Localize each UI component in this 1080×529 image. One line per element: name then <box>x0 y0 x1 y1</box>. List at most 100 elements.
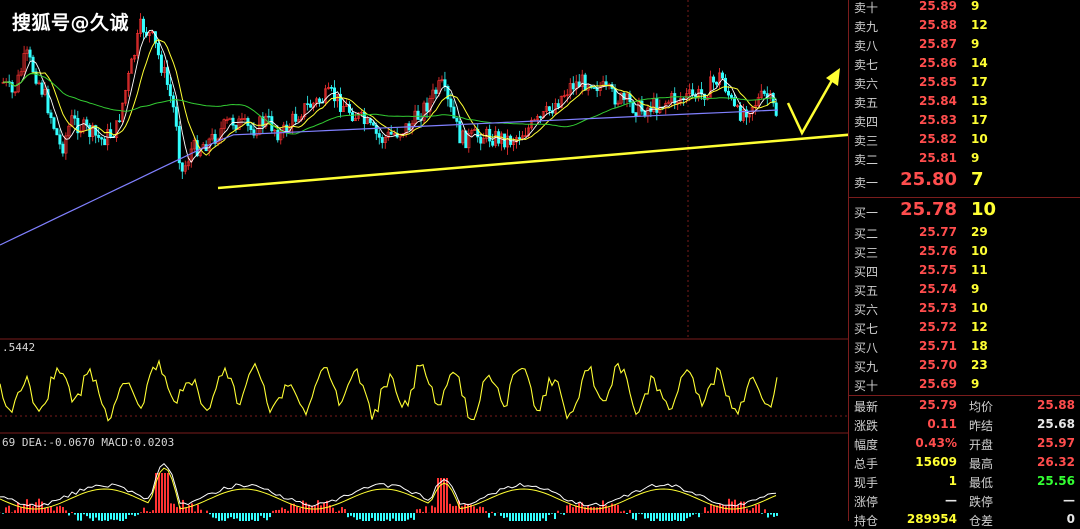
candle-body <box>715 81 719 85</box>
stat-l1: 最新 <box>854 400 879 414</box>
ask-vol: 7 <box>971 169 984 190</box>
bid-vol: 12 <box>971 320 988 334</box>
oscillator-value-label: .5442 <box>2 341 36 354</box>
bid-vol: 29 <box>971 225 988 239</box>
bid-row[interactable]: 买四 25.75 11 <box>849 261 1080 280</box>
ask-price: 25.83 <box>919 113 957 127</box>
candle-body <box>40 82 44 95</box>
stat-v2: — <box>1063 493 1075 507</box>
ask-price: 25.88 <box>919 18 957 32</box>
ask-row[interactable]: 卖九 25.88 12 <box>849 16 1080 35</box>
candle-body <box>100 137 104 140</box>
ma-long-line <box>3 73 777 135</box>
stat-l2: 最高 <box>969 457 994 471</box>
ask-label: 卖三 <box>854 134 879 148</box>
bid-vol: 10 <box>971 244 988 258</box>
ask-row[interactable]: 卖十 25.89 9 <box>849 0 1080 16</box>
bid-vol: 10 <box>971 301 988 315</box>
ask-vol: 9 <box>971 37 980 51</box>
candle-body <box>434 89 438 94</box>
candle-body <box>479 136 483 144</box>
bid-row[interactable]: 买十 25.69 9 <box>849 375 1080 394</box>
candle-body <box>55 128 59 136</box>
stat-v2: 0 <box>1066 512 1075 526</box>
ask-row[interactable]: 卖五 25.84 13 <box>849 92 1080 111</box>
candle-body <box>156 42 160 56</box>
order-book-panel: 卖十 25.89 9 卖九 25.88 12 卖八 25.87 9 卖七 25.86 14 卖六 25.8… <box>848 0 1080 528</box>
candle-body <box>34 71 38 84</box>
ask-row[interactable]: 卖八 25.87 9 <box>849 35 1080 54</box>
candle-body <box>518 137 522 140</box>
candle-body <box>177 126 181 164</box>
candle-body <box>88 124 92 137</box>
forecast-arrowhead <box>826 68 840 86</box>
candle-body <box>374 124 378 134</box>
ask-price: 25.89 <box>919 0 957 13</box>
ask-row[interactable]: 卖二 25.81 9 <box>849 149 1080 168</box>
candle-body <box>103 138 107 146</box>
candle-body <box>118 120 122 123</box>
ask-row[interactable]: 卖七 25.86 14 <box>849 54 1080 73</box>
stat-row: 幅度 0.43% 开盘 25.97 <box>849 434 1080 453</box>
candle-body <box>141 18 145 33</box>
candle-body <box>330 87 334 89</box>
ask-price: 25.81 <box>919 151 957 165</box>
bid-row[interactable]: 买六 25.73 10 <box>849 299 1080 318</box>
candle-body <box>174 106 178 127</box>
stat-row: 最新 25.79 均价 25.88 <box>849 396 1080 415</box>
candle-body <box>449 98 453 108</box>
bid-price: 25.75 <box>919 263 957 277</box>
bid-row[interactable]: 买八 25.71 18 <box>849 337 1080 356</box>
stat-row: 涨停 — 跌停 — <box>849 491 1080 510</box>
candle-body <box>73 115 77 119</box>
bid-label: 买七 <box>854 322 879 336</box>
ask-row[interactable]: 卖四 25.83 17 <box>849 111 1080 130</box>
candle-body <box>712 76 716 83</box>
bid-price: 25.71 <box>919 339 957 353</box>
candle-body <box>52 117 56 129</box>
ask-row[interactable]: 卖三 25.82 10 <box>849 130 1080 149</box>
ask-vol: 14 <box>971 56 988 70</box>
ask-label: 卖五 <box>854 96 879 110</box>
candle-body <box>738 105 742 121</box>
ask-vol: 17 <box>971 75 988 89</box>
bid-row[interactable]: 买一 25.78 10 <box>849 199 1080 220</box>
stat-v1: — <box>945 493 957 507</box>
bid-row[interactable]: 买二 25.77 29 <box>849 223 1080 242</box>
candle-body <box>488 128 492 142</box>
bid-price: 25.70 <box>919 358 957 372</box>
ask-label: 卖四 <box>854 115 879 129</box>
candle-body <box>389 131 393 135</box>
candle-body <box>61 143 65 154</box>
ask-vol: 17 <box>971 113 988 127</box>
candle-body <box>729 94 733 98</box>
stat-row: 总手 15609 最高 26.32 <box>849 453 1080 472</box>
bid-row[interactable]: 买三 25.76 10 <box>849 242 1080 261</box>
candle-body <box>58 134 62 145</box>
stat-l2: 均价 <box>969 400 994 414</box>
ask-vol: 12 <box>971 18 988 32</box>
candle-body <box>231 117 235 126</box>
bid-label: 买六 <box>854 303 879 317</box>
stat-l1: 涨跌 <box>854 419 879 433</box>
candle-body <box>613 88 617 105</box>
stat-l1: 现手 <box>854 476 879 490</box>
stat-l1: 幅度 <box>854 438 879 452</box>
ask-price: 25.84 <box>919 94 957 108</box>
candle-body <box>571 83 575 90</box>
stat-v1: 15609 <box>915 455 957 469</box>
bid-row[interactable]: 买五 25.74 9 <box>849 280 1080 299</box>
ask-label: 卖六 <box>854 77 879 91</box>
stat-l1: 总手 <box>854 457 879 471</box>
candle-body <box>377 133 381 138</box>
ask-row[interactable]: 卖一 25.80 7 <box>849 169 1080 190</box>
ask-row[interactable]: 卖六 25.85 17 <box>849 73 1080 92</box>
candle-body <box>592 87 596 89</box>
candle-body <box>171 95 175 108</box>
bid-row[interactable]: 买七 25.72 12 <box>849 318 1080 337</box>
bid-row[interactable]: 买九 25.70 23 <box>849 356 1080 375</box>
candle-body <box>350 112 354 122</box>
forecast-arrow <box>786 74 837 136</box>
kline-chart-area[interactable]: 搜狐号@久诚 .5442 69 DEA:-0.0670 MACD:0.0203 <box>0 0 848 521</box>
candle-body <box>294 113 298 122</box>
